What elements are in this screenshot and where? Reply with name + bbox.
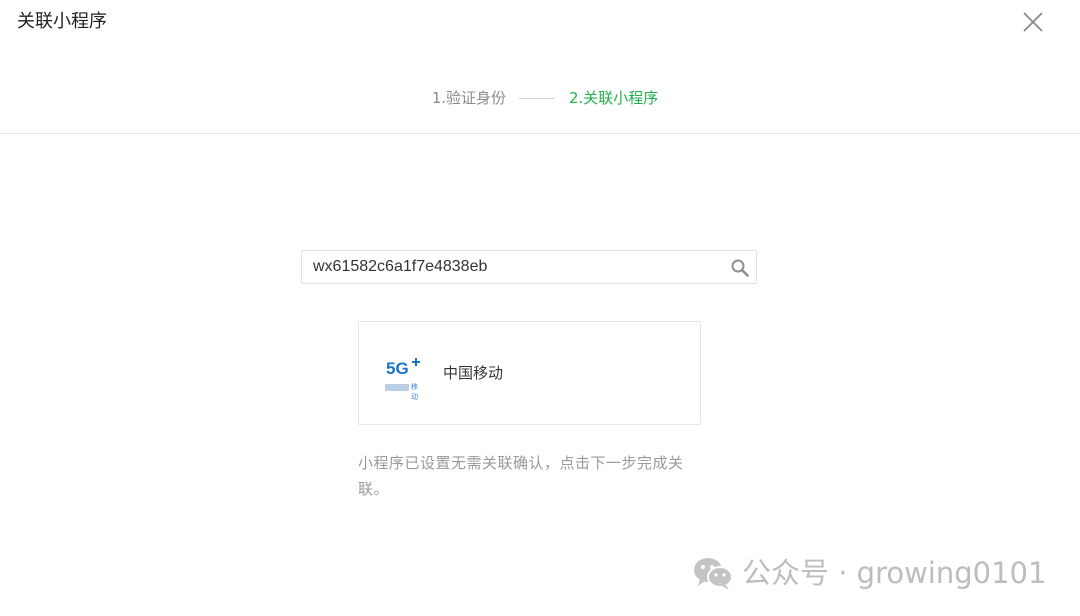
wechat-icon — [694, 558, 733, 590]
hint-text: 小程序已设置无需关联确认，点击下一步完成关联。 — [358, 454, 684, 498]
search-icon[interactable] — [730, 258, 750, 278]
step-connector — [519, 97, 554, 99]
search-box — [301, 250, 757, 284]
miniprogram-result-card[interactable]: 5G 移动 中国移动 — [358, 321, 701, 425]
search-input[interactable] — [302, 251, 722, 283]
miniprogram-logo-sub: 移动 — [411, 383, 418, 401]
miniprogram-logo-text: 5G — [386, 359, 409, 378]
header-divider — [0, 133, 1080, 134]
miniprogram-logo: 5G 移动 — [383, 355, 423, 401]
close-icon[interactable] — [1019, 8, 1047, 36]
miniprogram-logo-bar — [385, 384, 409, 391]
step-indicator: 1.验证身份 2.关联小程序 — [0, 86, 1080, 110]
watermark: 公众号 · growing0101 — [692, 553, 1046, 593]
dialog-title: 关联小程序 — [17, 11, 107, 32]
step-link-miniprogram: 2.关联小程序 — [569, 89, 659, 107]
watermark-text: 公众号 · growing0101 — [742, 556, 1047, 590]
step-verify-identity: 1.验证身份 — [431, 89, 506, 107]
plus-icon — [412, 358, 420, 366]
miniprogram-name: 中国移动 — [443, 364, 504, 382]
